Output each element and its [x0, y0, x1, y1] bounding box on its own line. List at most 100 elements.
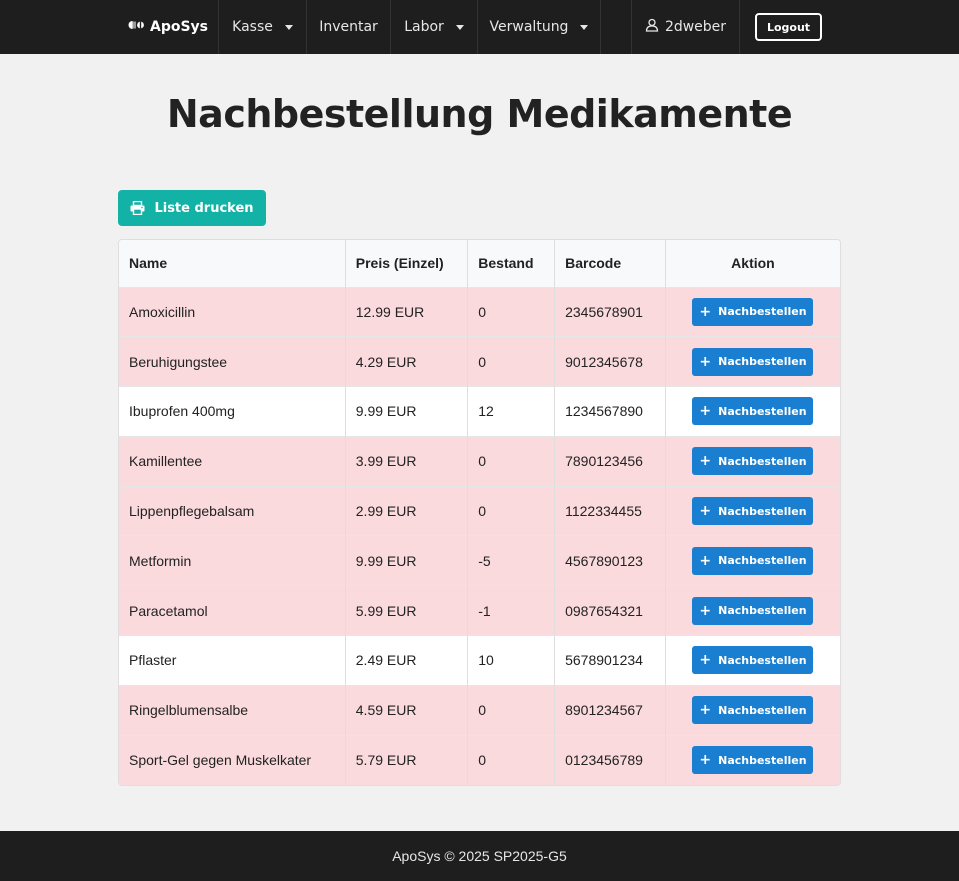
nav-kasse-label: Kasse	[232, 19, 273, 35]
cell-price: 5.79 EUR	[345, 734, 469, 785]
nav-kasse[interactable]: Kasse	[219, 0, 307, 54]
cell-action: + Nachbestellen	[665, 386, 840, 437]
cell-barcode: 7890123456	[554, 435, 666, 487]
reorder-button[interactable]: + Nachbestellen	[692, 447, 814, 476]
cell-barcode: 4567890123	[554, 535, 666, 586]
footer: ApoSys © 2025 SP2025-G5	[0, 831, 959, 881]
cell-barcode: 2345678901	[554, 286, 666, 337]
reorder-button[interactable]: + Nachbestellen	[692, 347, 814, 376]
reorder-button-label: Nachbestellen	[718, 703, 807, 717]
table-row: Ibuprofen 400mg 9.99 EUR 12 1234567890 + Nach…	[119, 386, 840, 437]
column-header-name[interactable]: Name	[119, 240, 346, 287]
cell-price: 2.49 EUR	[345, 635, 469, 686]
cell-name: Amoxicillin	[119, 286, 346, 337]
nav-inventar-label: Inventar	[319, 19, 378, 35]
cell-name: Ringelblumensalbe	[119, 684, 346, 736]
cell-action: + Nachbestellen	[665, 535, 840, 586]
cell-stock: 0	[467, 734, 556, 785]
brand-link[interactable]: ApoSys	[118, 0, 219, 54]
user-icon	[645, 18, 659, 36]
plus-icon: +	[699, 702, 712, 719]
cell-barcode: 1122334455	[554, 485, 666, 536]
cell-stock: 0	[467, 435, 556, 487]
column-header-stock[interactable]: Bestand	[467, 240, 556, 287]
nav-inventar[interactable]: Inventar	[307, 0, 391, 54]
username: 2dweber	[664, 19, 727, 35]
pills-icon	[128, 19, 144, 35]
cell-name: Sport-Gel gegen Muskelkater	[119, 734, 346, 785]
cell-barcode: 0987654321	[554, 585, 666, 636]
cell-price: 9.99 EUR	[345, 535, 469, 586]
column-header-action: Aktion	[665, 240, 840, 287]
cell-action: + Nachbestellen	[665, 435, 840, 487]
caret-down-icon	[284, 24, 293, 30]
cell-stock: 0	[467, 336, 556, 387]
table-row: Pflaster 2.49 EUR 10 5678901234 + Nachbestell…	[119, 635, 840, 686]
plus-icon: +	[699, 303, 712, 320]
reorder-button[interactable]: + Nachbestellen	[692, 596, 814, 625]
cell-name: Paracetamol	[119, 585, 346, 636]
reorder-table: Name Preis (Einzel) Bestand Barcode Akti…	[118, 239, 841, 786]
reorder-button-label: Nachbestellen	[718, 554, 807, 568]
cell-action: + Nachbestellen	[665, 635, 840, 686]
cell-price: 4.59 EUR	[345, 684, 469, 736]
reorder-button-label: Nachbestellen	[718, 404, 807, 418]
cell-stock: 12	[467, 386, 556, 437]
cell-action: + Nachbestellen	[665, 336, 840, 387]
nav-labor[interactable]: Labor	[391, 0, 478, 54]
reorder-button[interactable]: + Nachbestellen	[692, 546, 814, 575]
plus-icon: +	[699, 453, 712, 470]
reorder-button-label: Nachbestellen	[718, 305, 807, 319]
navbar: ApoSys Kasse Inventar Labor Verwaltung 2…	[0, 0, 959, 54]
table-row: Beruhigungstee 4.29 EUR 0 9012345678 + Nachbe…	[119, 336, 840, 387]
print-list-button[interactable]: Liste drucken	[118, 190, 266, 226]
table-row: Lippenpflegebalsam 2.99 EUR 0 1122334455 + Na…	[119, 485, 840, 536]
cell-stock: 10	[467, 635, 556, 686]
table-row: Kamillentee 3.99 EUR 0 7890123456 + Nachbeste…	[119, 435, 840, 487]
cell-barcode: 5678901234	[554, 635, 666, 686]
print-icon	[130, 201, 145, 215]
plus-icon: +	[699, 602, 712, 619]
plus-icon: +	[699, 752, 712, 769]
reorder-button[interactable]: + Nachbestellen	[692, 646, 814, 675]
caret-down-icon	[580, 24, 589, 30]
plus-icon: +	[699, 652, 712, 669]
cell-price: 2.99 EUR	[345, 485, 469, 536]
cell-action: + Nachbestellen	[665, 684, 840, 736]
cell-barcode: 9012345678	[554, 336, 666, 387]
cell-action: + Nachbestellen	[665, 734, 840, 785]
plus-icon: +	[699, 552, 712, 569]
reorder-button[interactable]: + Nachbestellen	[692, 746, 814, 775]
cell-price: 5.99 EUR	[345, 585, 469, 636]
reorder-button[interactable]: + Nachbestellen	[692, 497, 814, 526]
cell-name: Lippenpflegebalsam	[119, 485, 346, 536]
plus-icon: +	[699, 403, 712, 420]
nav-verwaltung[interactable]: Verwaltung	[478, 0, 601, 54]
nav-labor-label: Labor	[404, 19, 444, 35]
print-list-label: Liste drucken	[154, 200, 254, 216]
cell-barcode: 0123456789	[554, 734, 666, 785]
reorder-button[interactable]: + Nachbestellen	[692, 397, 814, 426]
logout-button[interactable]: Logout	[755, 13, 822, 41]
nav-verwaltung-label: Verwaltung	[489, 19, 569, 35]
plus-icon: +	[699, 503, 712, 520]
column-header-barcode[interactable]: Barcode	[554, 240, 666, 287]
table-row: Metformin 9.99 EUR -5 4567890123 + Nachbestel…	[119, 535, 840, 586]
user-menu[interactable]: 2dweber	[631, 0, 740, 54]
cell-name: Ibuprofen 400mg	[119, 386, 346, 437]
reorder-button-label: Nachbestellen	[718, 653, 807, 667]
caret-down-icon	[455, 24, 464, 30]
reorder-button-label: Nachbestellen	[718, 454, 807, 468]
column-header-price[interactable]: Preis (Einzel)	[345, 240, 469, 287]
cell-price: 9.99 EUR	[345, 386, 469, 437]
cell-barcode: 8901234567	[554, 684, 666, 736]
table-row: Paracetamol 5.99 EUR -1 0987654321 + Nachbest…	[119, 585, 840, 636]
reorder-button-label: Nachbestellen	[718, 753, 807, 767]
cell-stock: -1	[467, 585, 556, 636]
cell-stock: 0	[467, 286, 556, 337]
reorder-button-label: Nachbestellen	[718, 355, 807, 369]
reorder-button[interactable]: + Nachbestellen	[692, 696, 814, 725]
reorder-button[interactable]: + Nachbestellen	[692, 297, 814, 326]
cell-stock: 0	[467, 485, 556, 536]
cell-action: + Nachbestellen	[665, 585, 840, 636]
